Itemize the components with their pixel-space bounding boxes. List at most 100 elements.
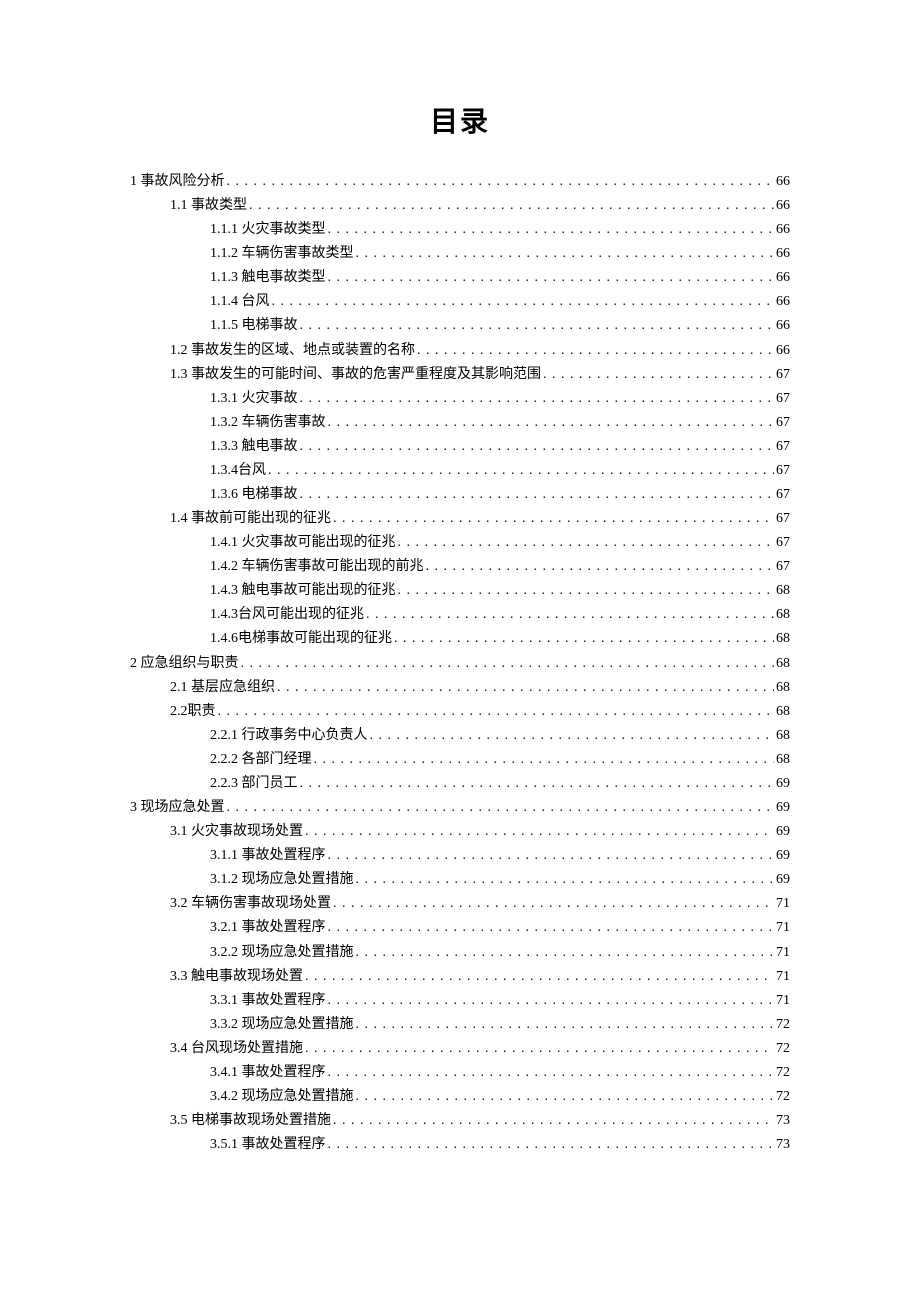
toc-entry-page: 67 — [776, 459, 790, 483]
toc-entry[interactable]: 2.2.1 行政事务中心负责人 68 — [130, 724, 790, 748]
toc-leader-dots — [394, 627, 774, 651]
toc-entry-page: 66 — [776, 290, 790, 314]
toc-leader-dots — [227, 796, 775, 820]
toc-entry-label: 3.1 火灾事故现场处置 — [170, 820, 303, 844]
toc-entry[interactable]: 3.4.2 现场应急处置措施72 — [130, 1085, 790, 1109]
toc-entry-label: 3.3 触电事故现场处置 — [170, 965, 303, 989]
toc-entry[interactable]: 1.1 事故类型66 — [130, 194, 790, 218]
toc-entry-label: 3.5.1 事故处置程序 — [210, 1133, 326, 1157]
toc-entry-label: 1.4.3台风可能出现的征兆 — [210, 603, 364, 627]
toc-list: 1 事故风险分析661.1 事故类型661.1.1 火灾事故类型661.1.2 … — [130, 170, 790, 1157]
toc-entry-label: 2 应急组织与职责 — [130, 652, 239, 676]
toc-leader-dots — [328, 218, 775, 242]
toc-entry-page: 68 — [776, 700, 790, 724]
toc-entry-page: 68 — [776, 748, 790, 772]
toc-entry[interactable]: 3.3 触电事故现场处置71 — [130, 965, 790, 989]
toc-entry-label: 2.2职责 — [170, 700, 216, 724]
toc-leader-dots — [356, 941, 775, 965]
toc-entry-page: 66 — [776, 170, 790, 194]
toc-entry[interactable]: 3.1 火灾事故现场处置 69 — [130, 820, 790, 844]
toc-entry[interactable]: 1.2 事故发生的区域、地点或装置的名称66 — [130, 339, 790, 363]
toc-leader-dots — [356, 868, 775, 892]
toc-entry[interactable]: 3.3.2 现场应急处置措施 72 — [130, 1013, 790, 1037]
toc-leader-dots — [305, 820, 774, 844]
toc-title: 目录 — [130, 100, 790, 140]
toc-entry[interactable]: 2 应急组织与职责68 — [130, 652, 790, 676]
toc-entry[interactable]: 3.2.2 现场应急处置措施71 — [130, 941, 790, 965]
toc-entry[interactable]: 1.1.3 触电事故类型66 — [130, 266, 790, 290]
toc-entry[interactable]: 1.1.2 车辆伤害事故类型66 — [130, 242, 790, 266]
toc-entry[interactable]: 1.4.3台风可能出现的征兆68 — [130, 603, 790, 627]
toc-entry-page: 73 — [776, 1109, 790, 1133]
toc-entry[interactable]: 2.2职责 68 — [130, 700, 790, 724]
toc-entry[interactable]: 2.1 基层应急组织68 — [130, 676, 790, 700]
toc-entry[interactable]: 3.4 台风现场处置措施72 — [130, 1037, 790, 1061]
toc-entry[interactable]: 1.3.1 火灾事故67 — [130, 387, 790, 411]
toc-leader-dots — [249, 194, 774, 218]
toc-entry-page: 66 — [776, 242, 790, 266]
toc-leader-dots — [328, 411, 775, 435]
toc-entry-page: 66 — [776, 314, 790, 338]
toc-entry-label: 3.1.1 事故处置程序 — [210, 844, 326, 868]
toc-leader-dots — [328, 916, 775, 940]
toc-entry[interactable]: 1.3.4台风67 — [130, 459, 790, 483]
toc-entry[interactable]: 2.2.3 部门员工69 — [130, 772, 790, 796]
toc-entry-label: 2.2.3 部门员工 — [210, 772, 298, 796]
toc-entry-page: 69 — [776, 820, 790, 844]
toc-entry[interactable]: 1.1.5 电梯事故66 — [130, 314, 790, 338]
toc-leader-dots — [417, 339, 774, 363]
toc-entry-page: 66 — [776, 339, 790, 363]
toc-entry[interactable]: 1.4 事故前可能出现的征兆67 — [130, 507, 790, 531]
toc-entry-label: 1.1.1 火灾事故类型 — [210, 218, 326, 242]
toc-entry-label: 1.3.1 火灾事故 — [210, 387, 298, 411]
toc-leader-dots — [356, 242, 775, 266]
toc-leader-dots — [356, 1085, 775, 1109]
toc-entry[interactable]: 1 事故风险分析66 — [130, 170, 790, 194]
toc-entry[interactable]: 3.5.1 事故处置程序73 — [130, 1133, 790, 1157]
toc-entry-label: 3 现场应急处置 — [130, 796, 225, 820]
toc-entry[interactable]: 1.3.3 触电事故67 — [130, 435, 790, 459]
toc-entry[interactable]: 3.3.1 事故处置程序71 — [130, 989, 790, 1013]
toc-leader-dots — [366, 603, 774, 627]
toc-entry-page: 66 — [776, 218, 790, 242]
toc-entry[interactable]: 3.1.1 事故处置程序69 — [130, 844, 790, 868]
toc-entry[interactable]: 2.2.2 各部门经理68 — [130, 748, 790, 772]
toc-leader-dots — [272, 290, 775, 314]
toc-entry-page: 68 — [776, 724, 790, 748]
toc-entry[interactable]: 3.2 车辆伤害事故现场处置71 — [130, 892, 790, 916]
toc-entry[interactable]: 3.4.1 事故处置程序72 — [130, 1061, 790, 1085]
toc-entry[interactable]: 1.3 事故发生的可能时间、事故的危害严重程度及其影响范围67 — [130, 363, 790, 387]
toc-entry-page: 67 — [776, 411, 790, 435]
toc-entry[interactable]: 3.2.1 事故处置程序 71 — [130, 916, 790, 940]
toc-leader-dots — [277, 676, 774, 700]
toc-leader-dots — [300, 435, 775, 459]
toc-leader-dots — [370, 724, 775, 748]
toc-entry[interactable]: 3.5 电梯事故现场处置措施73 — [130, 1109, 790, 1133]
toc-entry[interactable]: 1.4.3 触电事故可能出现的征兆68 — [130, 579, 790, 603]
toc-entry[interactable]: 1.3.6 电梯事故67 — [130, 483, 790, 507]
toc-entry[interactable]: 1.3.2 车辆伤害事故67 — [130, 411, 790, 435]
toc-entry-page: 72 — [776, 1013, 790, 1037]
toc-leader-dots — [333, 892, 774, 916]
toc-entry[interactable]: 3 现场应急处置69 — [130, 796, 790, 820]
toc-leader-dots — [426, 555, 775, 579]
toc-entry-label: 2.2.1 行政事务中心负责人 — [210, 724, 368, 748]
toc-entry-label: 3.2.2 现场应急处置措施 — [210, 941, 354, 965]
toc-entry-page: 71 — [776, 916, 790, 940]
toc-leader-dots — [328, 1133, 775, 1157]
toc-entry[interactable]: 3.1.2 现场应急处置措施 69 — [130, 868, 790, 892]
toc-entry-label: 1.4.6电梯事故可能出现的征兆 — [210, 627, 392, 651]
toc-entry[interactable]: 1.4.1 火灾事故可能出现的征兆67 — [130, 531, 790, 555]
toc-entry[interactable]: 1.4.6电梯事故可能出现的征兆68 — [130, 627, 790, 651]
toc-entry-page: 72 — [776, 1061, 790, 1085]
toc-entry-label: 3.3.2 现场应急处置措施 — [210, 1013, 354, 1037]
toc-entry[interactable]: 1.1.4 台风66 — [130, 290, 790, 314]
toc-entry-page: 69 — [776, 868, 790, 892]
toc-leader-dots — [300, 483, 775, 507]
toc-leader-dots — [356, 1013, 775, 1037]
toc-entry-label: 3.4.2 现场应急处置措施 — [210, 1085, 354, 1109]
toc-entry-label: 3.2.1 事故处置程序 — [210, 916, 326, 940]
toc-entry[interactable]: 1.1.1 火灾事故类型 66 — [130, 218, 790, 242]
toc-entry[interactable]: 1.4.2 车辆伤害事故可能出现的前兆67 — [130, 555, 790, 579]
toc-entry-label: 3.1.2 现场应急处置措施 — [210, 868, 354, 892]
